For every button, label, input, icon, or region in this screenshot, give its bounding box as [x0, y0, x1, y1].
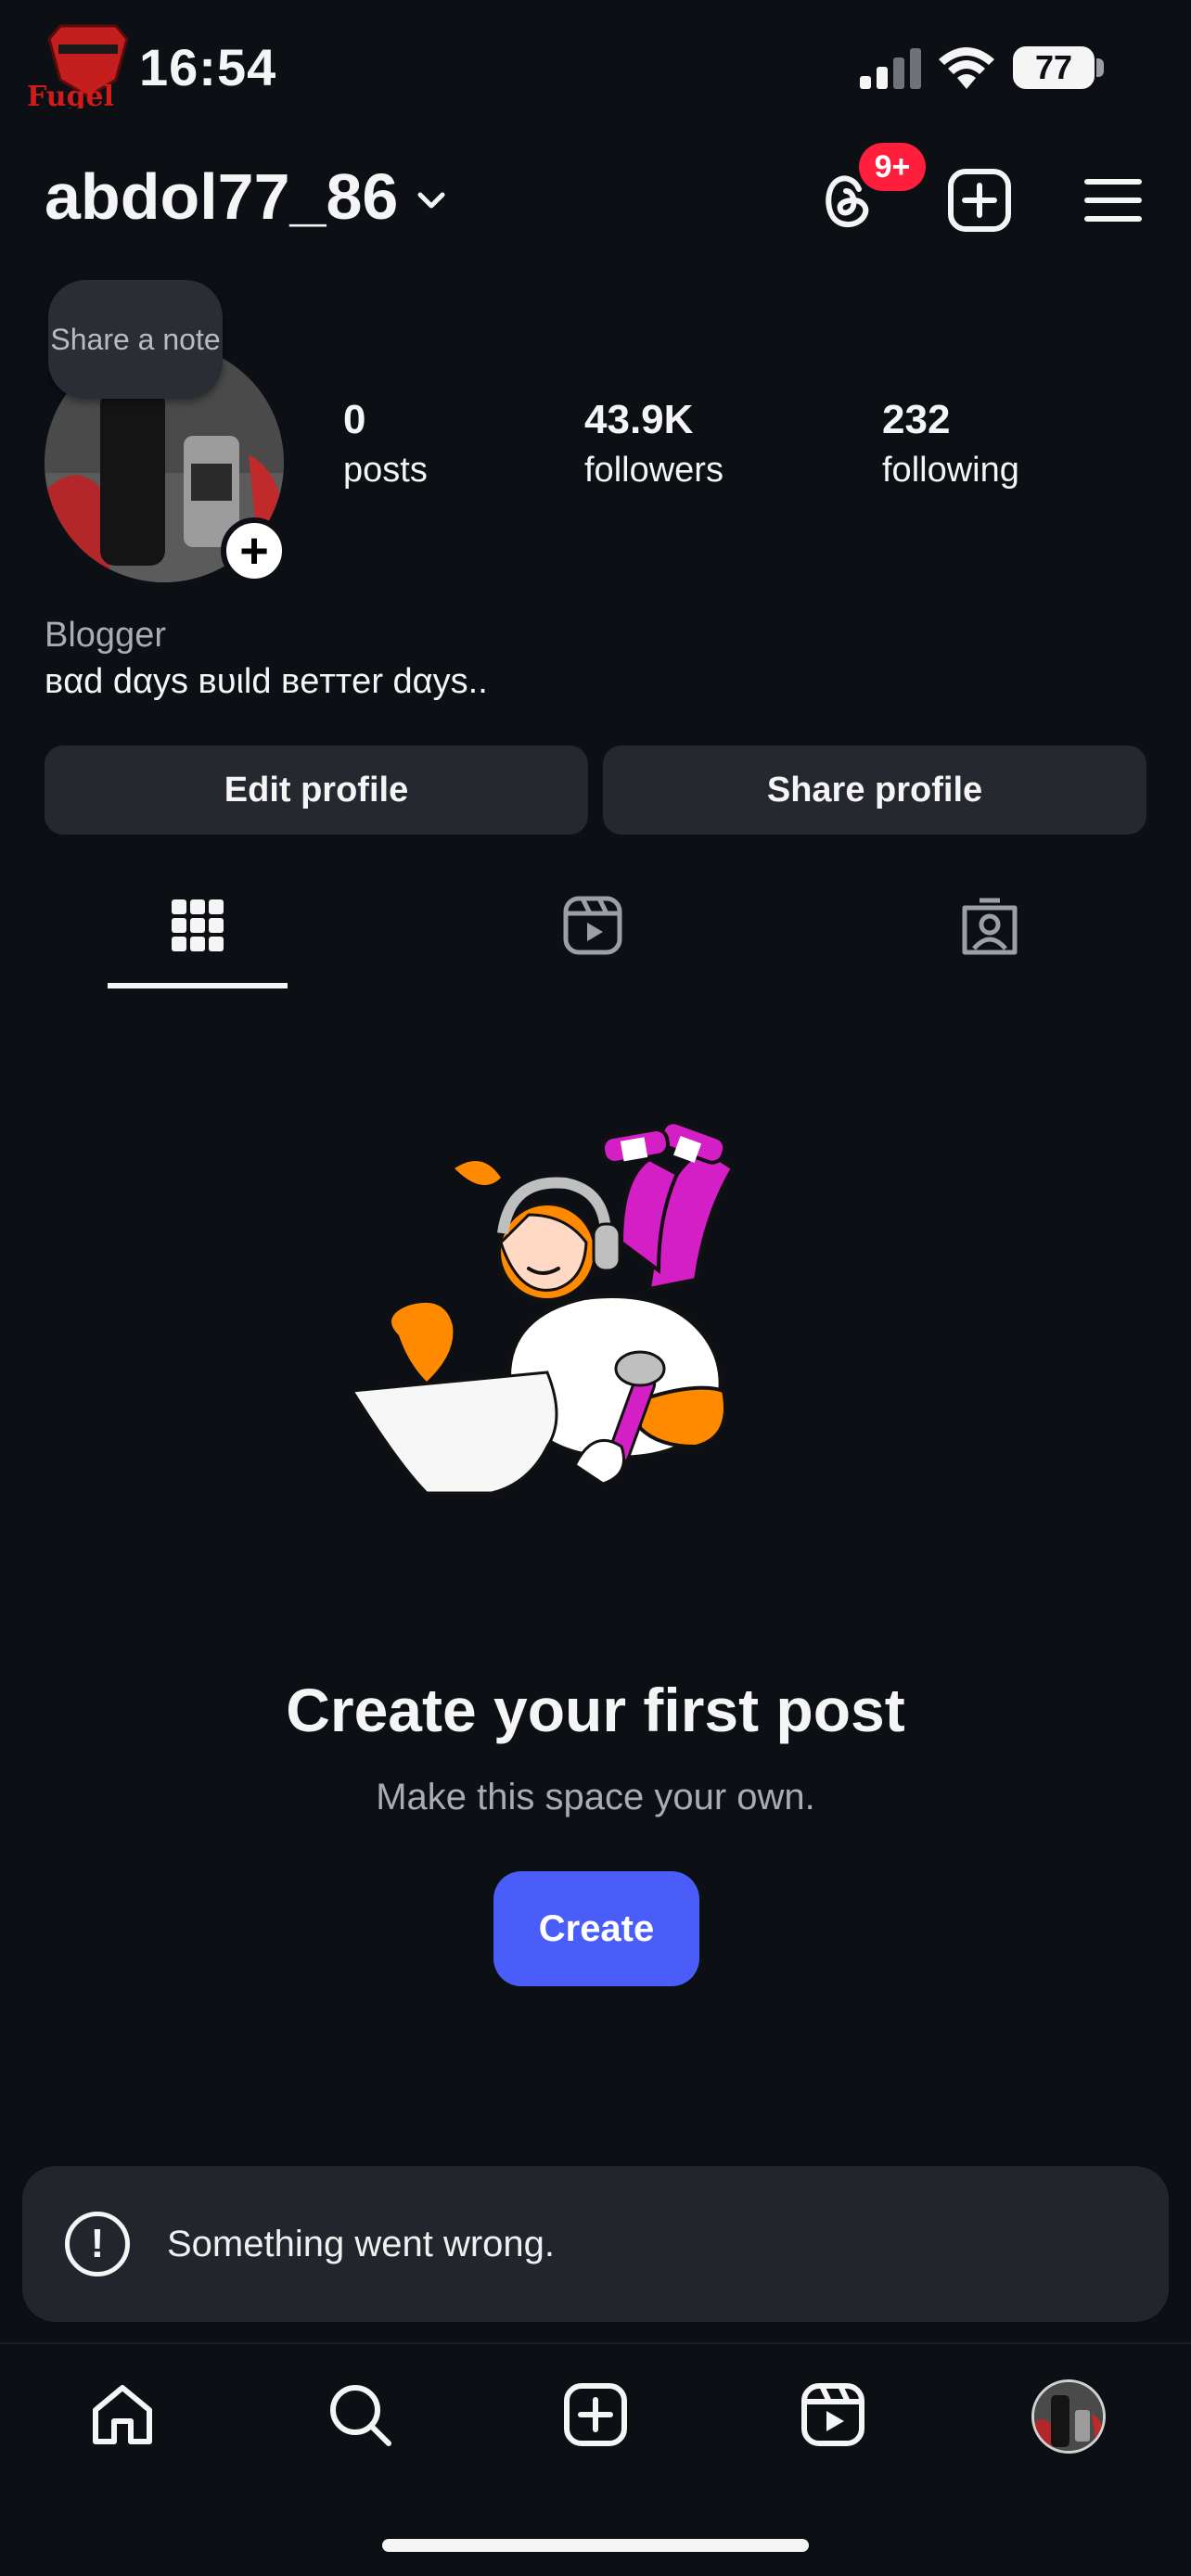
share-note-label: Share a note: [50, 323, 221, 356]
toast-message: Something went wrong.: [167, 2223, 556, 2264]
stat-value: 232: [882, 397, 951, 442]
wifi-icon: [937, 45, 996, 96]
share-note-bubble[interactable]: Share a note: [48, 280, 223, 399]
nav-divider: [0, 2342, 1191, 2344]
tagged-icon: [959, 895, 1020, 961]
reels-icon: [800, 2381, 866, 2453]
profile-bio: вαd dαуѕ вυιld вeттer dαуѕ..: [45, 662, 488, 701]
battery-level: 77: [1034, 48, 1073, 86]
stat-label: posts: [343, 451, 428, 490]
empty-state-title: Create your first post: [286, 1676, 905, 1744]
battery-icon: 77: [1013, 46, 1095, 89]
stat-label: following: [882, 451, 1019, 490]
stat-followers[interactable]: 43.9K followers: [584, 397, 724, 491]
stat-label: followers: [584, 451, 724, 490]
stat-value: 0: [343, 397, 366, 442]
nav-create[interactable]: [557, 2378, 634, 2455]
empty-state-subtitle: Make this space your own.: [376, 1777, 815, 1817]
alert-icon: !: [65, 2212, 130, 2276]
search-icon: [326, 2380, 394, 2454]
edit-profile-button[interactable]: Edit profile: [45, 746, 588, 835]
nav-search[interactable]: [321, 2378, 399, 2455]
battery-tip: [1096, 58, 1104, 77]
nav-reels[interactable]: [794, 2378, 872, 2455]
new-post-icon[interactable]: [942, 163, 1017, 237]
stat-posts[interactable]: 0 posts: [343, 397, 428, 491]
add-story-button[interactable]: +: [221, 517, 288, 584]
create-post-button[interactable]: Create: [493, 1871, 699, 1986]
menu-icon[interactable]: [1076, 163, 1150, 237]
profile-avatar: [1031, 2379, 1106, 2454]
nav-home[interactable]: [83, 2378, 161, 2455]
home-icon: [88, 2380, 157, 2454]
home-indicator: [382, 2539, 809, 2552]
watermark-logo: Fugel: [23, 20, 153, 113]
tab-reels[interactable]: [556, 890, 630, 964]
status-time: 16:54: [139, 38, 277, 96]
stat-following[interactable]: 232 following: [882, 397, 1019, 491]
username-switcher[interactable]: abdol77_86: [45, 159, 450, 234]
profile-category: Blogger: [45, 616, 166, 655]
notification-badge: 9+: [859, 143, 926, 191]
error-toast[interactable]: ! Something went wrong.: [22, 2166, 1169, 2322]
stat-value: 43.9K: [584, 397, 694, 442]
cellular-signal-icon: [858, 48, 925, 94]
tab-grid[interactable]: [160, 890, 235, 964]
reels-icon: [562, 895, 623, 961]
chevron-down-icon: [413, 159, 450, 234]
svg-text:Fugel: Fugel: [27, 81, 114, 108]
nav-profile[interactable]: [1030, 2378, 1108, 2455]
empty-state-illustration: [343, 1113, 863, 1595]
grid-icon: [170, 898, 225, 958]
share-profile-button[interactable]: Share profile: [603, 746, 1146, 835]
add-post-icon: [562, 2381, 629, 2453]
active-tab-indicator: [108, 983, 288, 988]
username: abdol77_86: [45, 160, 399, 233]
tab-tagged[interactable]: [953, 890, 1027, 964]
